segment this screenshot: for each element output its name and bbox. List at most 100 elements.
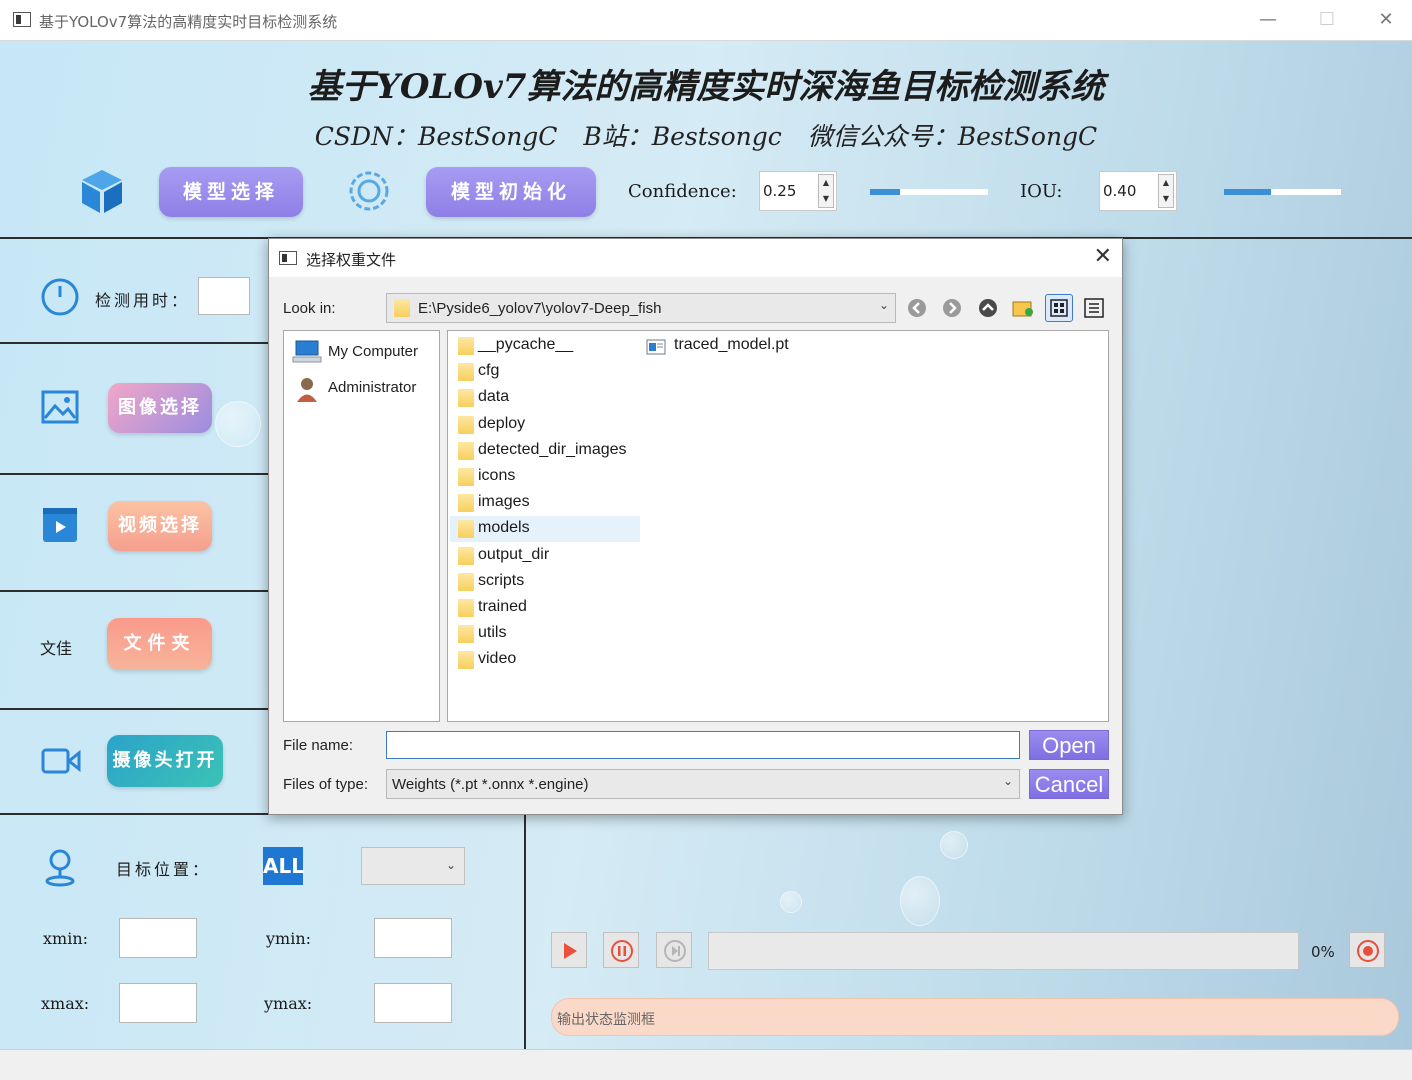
new-folder-button[interactable]	[1009, 294, 1037, 322]
user-icon	[297, 378, 317, 402]
confidence-value: 0.25	[763, 182, 797, 200]
forward-button[interactable]	[938, 294, 966, 322]
xmax-field	[119, 983, 197, 1023]
video-progress-bar[interactable]	[708, 932, 1299, 970]
folder-item[interactable]: scripts	[450, 569, 640, 595]
folder-name: data	[478, 388, 510, 406]
divider	[524, 813, 526, 1049]
folder-item[interactable]: detected_dir_images	[450, 438, 640, 464]
folder-item[interactable]: models	[450, 516, 640, 543]
folder-icon	[458, 494, 474, 513]
up-arrow-icon	[979, 299, 997, 317]
model-init-button[interactable]: 模型初始化	[426, 167, 596, 217]
folder-name: deploy	[478, 414, 526, 432]
step-up-icon[interactable]: ▲	[819, 175, 833, 191]
file-name: traced_model.pt	[674, 336, 789, 353]
stop-button[interactable]	[656, 932, 692, 968]
confidence-spinbox[interactable]: 0.25 ▲ ▼	[759, 171, 837, 211]
minimize-button[interactable]: —	[1250, 6, 1286, 34]
step-down-icon[interactable]: ▼	[1159, 191, 1173, 207]
iou-spinbox[interactable]: 0.40 ▲ ▼	[1099, 171, 1177, 211]
confidence-slider[interactable]	[870, 189, 988, 195]
image-select-button[interactable]: 图像选择	[108, 383, 212, 433]
folder-item[interactable]: data	[450, 385, 640, 411]
iou-stepper[interactable]: ▲ ▼	[1158, 174, 1174, 208]
file-list: __pycache__cfg data deploy detected_dir_ima…	[447, 330, 1109, 722]
video-select-button[interactable]: 视频选择	[108, 501, 212, 551]
status-text: 输出状态监测框	[557, 1012, 655, 1028]
folder-icon	[458, 625, 474, 644]
step-up-icon[interactable]: ▲	[1159, 175, 1173, 191]
all-targets-badge[interactable]: ALL	[263, 847, 304, 885]
folder-icon	[458, 363, 474, 382]
folder-name: __pycache__	[478, 336, 574, 353]
folder-item[interactable]: icons	[450, 464, 640, 490]
page-subtitle: CSDN：BestSongC B站：Bestsongc 微信公众号：BestSo…	[314, 122, 1098, 151]
parent-directory-button[interactable]	[974, 294, 1002, 322]
folder-item[interactable]: cfg	[450, 359, 640, 385]
iou-slider[interactable]	[1224, 189, 1341, 195]
folder-name: output_dir	[478, 545, 550, 563]
file-item-traced-model[interactable]: traced_model.pt	[646, 333, 826, 359]
xmin-label: xmin:	[43, 929, 89, 948]
dialog-close-icon[interactable]: ✕	[1094, 243, 1112, 269]
look-in-path: E:\Pyside6_yolov7\yolov7-Deep_fish	[418, 300, 662, 317]
divider	[0, 342, 270, 344]
page-title: 基于YOLOv7算法的高精度实时深海鱼目标检测系统	[307, 67, 1105, 107]
detect-time-field	[198, 277, 250, 315]
camera-icon	[41, 748, 81, 774]
window-title: 基于YOLOv7算法的高精度实时目标检测系统	[39, 13, 338, 31]
folder-name: detected_dir_images	[478, 440, 627, 458]
select-weights-dialog: 选择权重文件 ✕ Look in: E:\Pyside6_yolov7\yolo…	[268, 238, 1123, 815]
pause-button[interactable]	[603, 932, 639, 968]
chevron-down-icon: ⌄	[445, 858, 456, 872]
iou-slider-fill	[1224, 189, 1271, 195]
record-button[interactable]	[1349, 932, 1385, 968]
cancel-button[interactable]: Cancel	[1029, 769, 1109, 799]
files-of-type-label: Files of type:	[283, 776, 369, 793]
play-icon	[564, 943, 577, 959]
iou-label: IOU:	[1020, 181, 1063, 202]
back-arrow-icon	[908, 299, 926, 317]
divider	[0, 590, 270, 592]
list-view-button[interactable]	[1045, 294, 1073, 322]
target-select-combo[interactable]: ⌄	[361, 847, 465, 885]
folder-item[interactable]: utils	[450, 621, 640, 647]
bubble-decoration	[215, 401, 261, 447]
folder-icon	[458, 337, 474, 355]
back-button[interactable]	[903, 294, 931, 322]
folder-item[interactable]: __pycache__	[450, 333, 640, 359]
status-output-box: 输出状态监测框	[551, 998, 1399, 1036]
new-folder-icon	[1012, 301, 1033, 317]
camera-open-button[interactable]: 摄像头打开	[107, 735, 223, 787]
open-button[interactable]: Open	[1029, 730, 1109, 760]
folder-item[interactable]: deploy	[450, 412, 640, 438]
step-down-icon[interactable]: ▼	[819, 191, 833, 207]
iou-value: 0.40	[1103, 182, 1137, 200]
folder-item[interactable]: video	[450, 647, 640, 673]
folder-item[interactable]: images	[450, 490, 640, 516]
files-of-type-combo[interactable]: Weights (*.pt *.onnx *.engine) ⌄	[386, 769, 1020, 799]
detail-view-button[interactable]	[1080, 294, 1108, 322]
maximize-button[interactable]: ☐	[1309, 6, 1345, 34]
folder-icon	[458, 520, 474, 539]
confidence-stepper[interactable]: ▲ ▼	[818, 174, 834, 208]
file-name-label: File name:	[283, 737, 354, 754]
confidence-label: Confidence:	[628, 181, 737, 202]
play-button[interactable]	[551, 932, 587, 968]
dialog-app-icon	[279, 251, 297, 265]
folder-name: models	[478, 519, 530, 537]
xmin-field	[119, 918, 197, 958]
forward-arrow-icon	[943, 299, 961, 317]
folder-item[interactable]: trained	[450, 595, 640, 621]
close-window-button[interactable]: ✕	[1368, 6, 1404, 34]
folder-item[interactable]: output_dir	[450, 543, 640, 569]
model-select-button[interactable]: 模型选择	[159, 167, 303, 217]
file-name-input[interactable]	[386, 731, 1020, 759]
folder-name: trained	[478, 598, 527, 615]
folder-button[interactable]: 文件夹	[107, 618, 212, 670]
video-file-icon	[43, 508, 77, 542]
folder-icon	[394, 299, 410, 317]
grid-view-icon	[1050, 299, 1068, 317]
look-in-combo[interactable]: E:\Pyside6_yolov7\yolov7-Deep_fish ⌄	[386, 293, 896, 323]
